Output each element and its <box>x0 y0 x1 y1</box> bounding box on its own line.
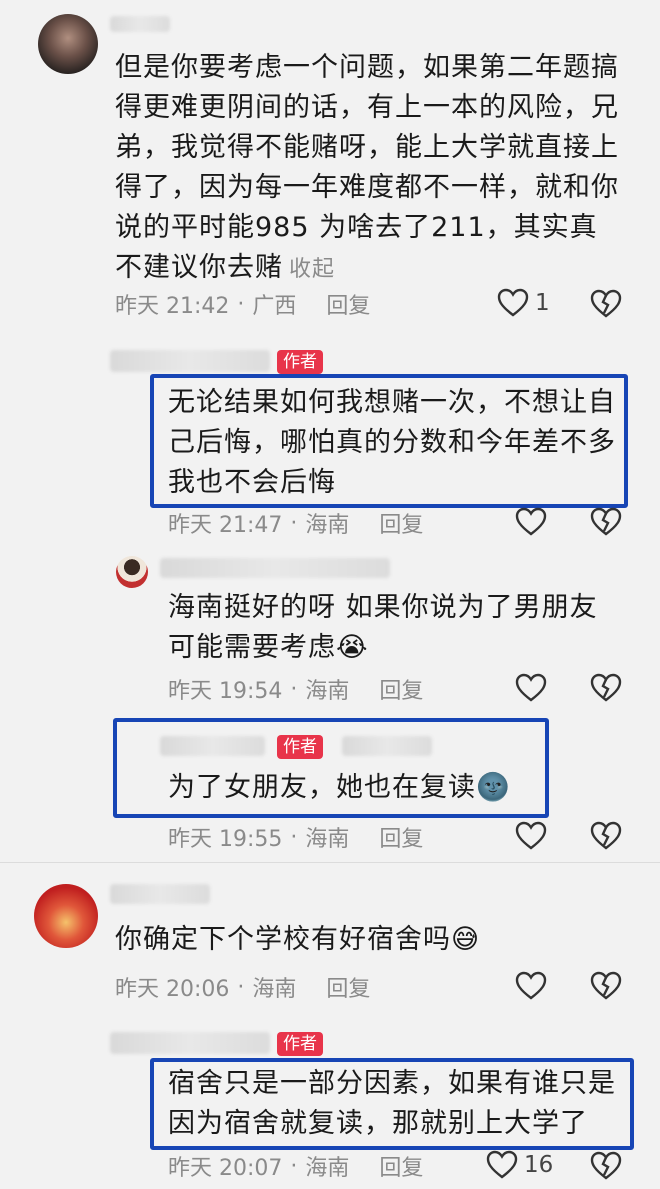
username-redacted[interactable] <box>160 736 265 756</box>
heart-outline-icon <box>497 288 529 317</box>
thread-divider <box>0 862 660 863</box>
username-redacted[interactable] <box>110 350 270 372</box>
reply-meta: 昨天 19:54 · 海南 回复 <box>168 673 423 705</box>
heart-outline-icon[interactable] <box>515 971 547 1001</box>
comment-body: 你确定下个学校有好宿舍吗 <box>115 924 451 955</box>
commenter-avatar[interactable] <box>116 556 148 588</box>
username-redacted[interactable] <box>110 16 170 32</box>
reply-body: 为了女朋友，她也在复读 <box>168 772 476 803</box>
separator-dot: · <box>290 676 298 702</box>
separator-dot: · <box>290 510 298 536</box>
reply-button[interactable]: 回复 <box>379 673 423 705</box>
author-badge: 作者 <box>277 735 323 759</box>
timestamp: 昨天 19:55 <box>168 827 283 852</box>
username-redacted[interactable] <box>110 1032 270 1054</box>
username-redacted[interactable] <box>110 884 210 904</box>
comment-text: 但是你要考虑一个问题，如果第二年题搞得更难更阴间的话，有上一本的风险，兄弟，我觉… <box>115 48 620 290</box>
broken-heart-icon[interactable] <box>590 971 622 1001</box>
broken-heart-icon[interactable] <box>590 673 622 703</box>
heart-outline-icon[interactable] <box>515 821 547 851</box>
collapse-link[interactable]: 收起 <box>289 257 335 282</box>
reply-meta: 昨天 20:07 · 海南 回复 <box>168 1150 423 1182</box>
reply-body: 海南挺好的呀 如果你说为了男朋友 可能需要考虑 <box>168 592 598 663</box>
ip-location: 海南 <box>305 679 350 704</box>
ip-location: 广西 <box>252 294 297 319</box>
reply-meta: 昨天 19:55 · 海南 回复 <box>168 821 423 853</box>
commenter-avatar[interactable] <box>38 14 98 74</box>
heart-outline-icon[interactable] <box>515 673 547 703</box>
timestamp: 昨天 20:07 <box>168 1156 283 1181</box>
reply-text: 无论结果如何我想赌一次，不想让自己后悔，哪怕真的分数和今年差不多我也不会后悔 <box>168 387 616 498</box>
reply-text: 宿舍只是一部分因素，如果有谁只是因为宿舍就复读，那就别上大学了 <box>168 1068 616 1139</box>
ip-location: 海南 <box>305 1156 350 1181</box>
heart-outline-icon[interactable] <box>515 507 547 537</box>
reply-button[interactable]: 回复 <box>326 288 370 320</box>
broken-heart-icon[interactable] <box>590 1151 622 1181</box>
separator-dot: · <box>237 291 245 317</box>
separator-dot: · <box>290 1153 298 1179</box>
comment-body: 但是你要考虑一个问题，如果第二年题搞得更难更阴间的话，有上一本的风险，兄弟，我觉… <box>115 52 619 283</box>
reply-text: 海南挺好的呀 如果你说为了男朋友 可能需要考虑😭 <box>168 588 628 668</box>
grinning-sweat-emoji: 😅 <box>451 924 481 955</box>
timestamp: 昨天 19:54 <box>168 679 283 704</box>
moon-face-emoji: 🌚 <box>476 772 511 803</box>
commenter-avatar[interactable] <box>34 884 98 948</box>
timestamp: 昨天 20:06 <box>115 977 230 1002</box>
crying-emoji: 😭 <box>336 632 369 663</box>
separator-dot: · <box>237 974 245 1000</box>
author-badge: 作者 <box>277 350 323 374</box>
comment-meta: 昨天 21:42 · 广西 回复 <box>115 288 370 320</box>
broken-heart-icon[interactable] <box>590 289 622 319</box>
like-count: 1 <box>535 290 550 316</box>
like-button[interactable]: 16 <box>486 1150 553 1180</box>
heart-outline-icon <box>486 1150 518 1179</box>
author-badge: 作者 <box>277 1032 323 1056</box>
broken-heart-icon[interactable] <box>590 821 622 851</box>
ip-location: 海南 <box>305 513 350 538</box>
ip-location: 海南 <box>305 827 350 852</box>
ip-location: 海南 <box>252 977 297 1002</box>
like-count: 16 <box>524 1152 554 1178</box>
reply-button[interactable]: 回复 <box>379 821 423 853</box>
separator-dot: · <box>290 824 298 850</box>
username-redacted[interactable] <box>160 558 390 578</box>
like-button[interactable]: 1 <box>497 288 550 318</box>
broken-heart-icon[interactable] <box>590 507 622 537</box>
comment-text: 你确定下个学校有好宿舍吗😅 <box>115 920 615 960</box>
comment-meta: 昨天 20:06 · 海南 回复 <box>115 971 370 1003</box>
reply-target-redacted[interactable] <box>342 736 432 756</box>
reply-meta: 昨天 21:47 · 海南 回复 <box>168 507 423 539</box>
reply-button[interactable]: 回复 <box>379 507 423 539</box>
timestamp: 昨天 21:47 <box>168 513 283 538</box>
reply-button[interactable]: 回复 <box>326 971 370 1003</box>
reply-text: 为了女朋友，她也在复读🌚 <box>168 768 528 808</box>
timestamp: 昨天 21:42 <box>115 294 230 319</box>
reply-button[interactable]: 回复 <box>379 1150 423 1182</box>
